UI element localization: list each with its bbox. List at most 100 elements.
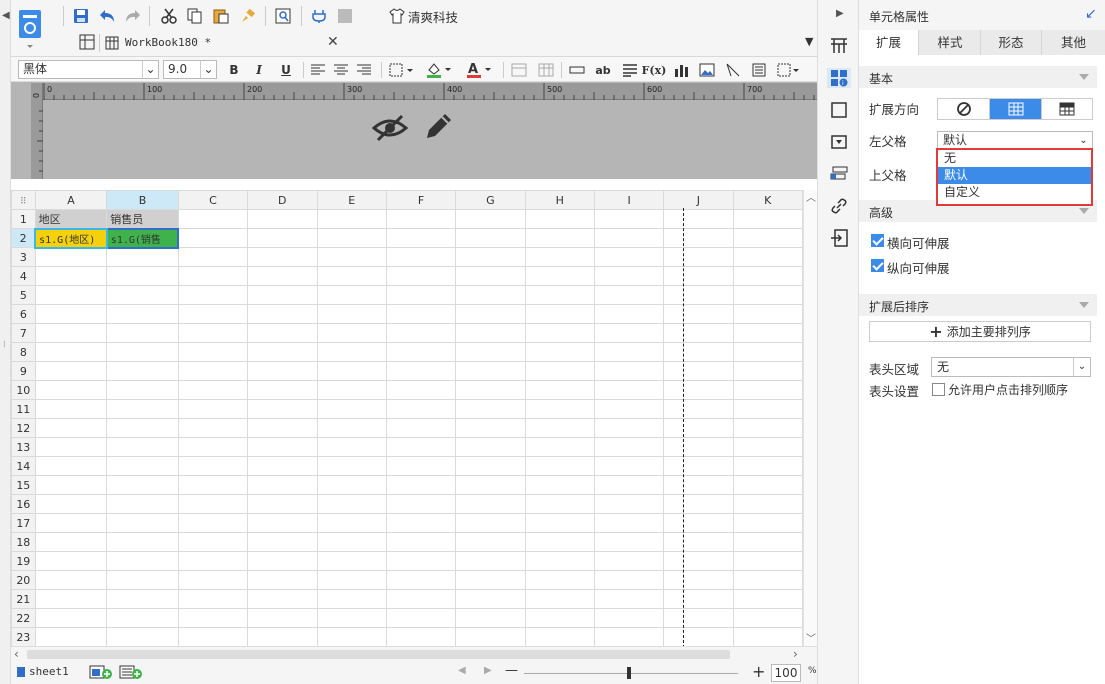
cell-k1[interactable] [732,209,803,229]
text-icon[interactable]: ab [593,60,613,80]
cell-element-icon[interactable] [829,100,849,120]
cell-a6[interactable] [34,304,108,324]
cell-c7[interactable] [177,323,249,343]
cell-a14[interactable] [34,456,108,476]
row-header[interactable]: 4 [11,266,36,286]
vertical-scrollbar[interactable]: ︿ ﹀ [803,190,817,646]
cell-j3[interactable] [663,247,734,267]
cell-j14[interactable] [663,456,734,476]
undo-icon[interactable] [97,6,117,26]
align-left-icon[interactable] [308,60,328,80]
row-header[interactable]: 10 [11,380,36,400]
font-family-select[interactable]: 黑体 ⌄ [18,60,159,79]
cell-c14[interactable] [177,456,249,476]
cell-j12[interactable] [663,418,734,438]
cell-d1[interactable] [247,209,318,229]
cell-d12[interactable] [247,418,318,438]
cell-k12[interactable] [732,418,803,438]
cell-a20[interactable] [34,570,108,590]
widget-icon[interactable] [829,132,849,152]
cell-e17[interactable] [316,513,387,533]
cell-h13[interactable] [524,437,595,457]
cell-f2[interactable] [385,228,457,248]
zoom-input[interactable]: 100 [771,664,801,682]
cell-e6[interactable] [316,304,387,324]
cell-h21[interactable] [524,589,595,609]
cell-j2[interactable] [663,228,734,248]
column-header-k[interactable]: K [732,190,803,210]
row-header[interactable]: 19 [11,551,36,571]
cell-a10[interactable] [34,380,108,400]
cell-b17[interactable] [106,513,179,533]
cell-c22[interactable] [177,608,249,628]
cell-d23[interactable] [247,627,318,646]
row-header[interactable]: 6 [11,304,36,324]
cell-i14[interactable] [593,456,665,476]
cell-g19[interactable] [455,551,526,571]
column-header-a[interactable]: A [34,190,108,210]
cell-c21[interactable] [177,589,249,609]
copy-icon[interactable] [185,6,205,26]
cell-a15[interactable] [34,475,108,495]
cell-d6[interactable] [247,304,318,324]
cell-g21[interactable] [455,589,526,609]
cell-a13[interactable] [34,437,108,457]
cell-g7[interactable] [455,323,526,343]
cell-j5[interactable] [663,285,734,305]
cell-b9[interactable] [106,361,179,381]
cell-f19[interactable] [385,551,457,571]
cell-a22[interactable] [34,608,108,628]
cell-b2[interactable]: s1.G(销售 [105,227,180,249]
cell-g12[interactable] [455,418,526,438]
tab-form[interactable]: 形态 [981,30,1042,55]
sub-report-icon[interactable] [749,60,769,80]
cell-e7[interactable] [316,323,387,343]
cell-j16[interactable] [663,494,734,514]
cell-c19[interactable] [177,551,249,571]
cell-e15[interactable] [316,475,387,495]
cell-j8[interactable] [663,342,734,362]
fill-color-icon[interactable] [423,60,455,80]
cell-e16[interactable] [316,494,387,514]
cell-i5[interactable] [593,285,665,305]
cell-j6[interactable] [663,304,734,324]
cell-g3[interactable] [455,247,526,267]
cell-h14[interactable] [524,456,595,476]
cell-i13[interactable] [593,437,665,457]
cell-b21[interactable] [106,589,179,609]
cell-a2[interactable]: s1.G(地区) [34,227,108,249]
cell-c23[interactable] [177,627,249,646]
cell-e20[interactable] [316,570,387,590]
cell-f3[interactable] [385,247,457,267]
cell-g14[interactable] [455,456,526,476]
cell-h5[interactable] [524,285,595,305]
cell-c9[interactable] [177,361,249,381]
cell-h12[interactable] [524,418,595,438]
cell-k14[interactable] [732,456,803,476]
tab-other[interactable]: 其他 [1042,30,1105,55]
row-header[interactable]: 9 [11,361,36,381]
row-header[interactable]: 7 [11,323,36,343]
cell-c12[interactable] [177,418,249,438]
column-header-b[interactable]: B [106,190,179,210]
cell-g6[interactable] [455,304,526,324]
cell-i12[interactable] [593,418,665,438]
cell-d17[interactable] [247,513,318,533]
scroll-right-icon[interactable]: › [793,647,798,661]
cell-i22[interactable] [593,608,665,628]
row-header[interactable]: 15 [11,475,36,495]
cell-b6[interactable] [106,304,179,324]
cell-h3[interactable] [524,247,595,267]
template-property-icon[interactable] [829,36,849,56]
cell-j1[interactable] [663,209,734,229]
row-header[interactable]: 23 [11,627,36,646]
cell-b20[interactable] [106,570,179,590]
cell-e19[interactable] [316,551,387,571]
cell-a21[interactable] [34,589,108,609]
save-icon[interactable] [71,6,91,26]
font-color-icon[interactable]: A [463,60,495,80]
row-header[interactable]: 5 [11,285,36,305]
cell-a9[interactable] [34,361,108,381]
cell-k7[interactable] [732,323,803,343]
cell-i19[interactable] [593,551,665,571]
